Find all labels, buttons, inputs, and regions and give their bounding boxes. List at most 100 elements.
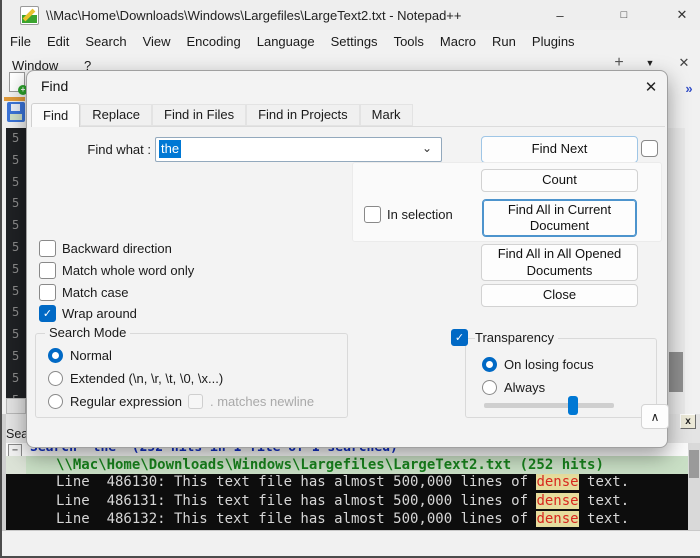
menu-item-encoding[interactable]: Encoding bbox=[179, 32, 249, 54]
in-selection-checkbox[interactable] bbox=[364, 206, 381, 223]
match-highlight: dense bbox=[536, 511, 578, 527]
find-all-current-button[interactable]: Find All in Current Document bbox=[482, 199, 637, 237]
editor-line-number: 5 bbox=[12, 240, 19, 254]
dialog-tab-find-in-projects[interactable]: Find in Projects bbox=[246, 104, 360, 126]
transparency-slider-thumb[interactable] bbox=[568, 396, 578, 415]
dialog-tab-replace[interactable]: Replace bbox=[80, 104, 152, 126]
close-button[interactable]: ✕ bbox=[664, 0, 700, 30]
result-line[interactable]: Line 486132: This text file has almost 5… bbox=[6, 511, 688, 530]
label-match-whole-word-only: Match whole word only bbox=[62, 263, 194, 278]
close-find-button[interactable]: Close bbox=[481, 284, 638, 307]
results-vscrollbar-thumb[interactable] bbox=[689, 450, 699, 478]
editor-line-number: 5 bbox=[12, 305, 19, 319]
editor-line-number: 5 bbox=[12, 218, 19, 232]
result-line-prefix: Line 486132: This text file has almost 5… bbox=[56, 511, 536, 527]
toolbar-highlight bbox=[4, 97, 25, 101]
radio-on-losing-focus[interactable] bbox=[482, 357, 497, 372]
results-file-header[interactable]: \\Mac\Home\Downloads\Windows\Largefiles\… bbox=[26, 456, 688, 474]
result-line-suffix: text. bbox=[579, 511, 630, 527]
minimize-button[interactable]: – bbox=[542, 0, 578, 30]
checkbox-match-whole-word-only[interactable] bbox=[39, 262, 56, 279]
search-mode-legend: Search Mode bbox=[45, 325, 130, 340]
radio-on-losing-focus-label: On losing focus bbox=[504, 357, 594, 372]
menu-item-settings[interactable]: Settings bbox=[323, 32, 386, 54]
label-wrap-around: Wrap around bbox=[62, 306, 137, 321]
result-line[interactable]: Line 486131: This text file has almost 5… bbox=[6, 493, 688, 512]
new-file-icon[interactable]: + bbox=[9, 72, 25, 92]
radio-regex-label: Regular expression bbox=[70, 394, 182, 409]
find-what-value: the bbox=[159, 140, 181, 158]
label-match-case: Match case bbox=[62, 285, 128, 300]
window-left-border bbox=[0, 0, 2, 558]
find-next-button[interactable]: Find Next bbox=[481, 136, 638, 163]
collapse-dialog-button[interactable]: ∧ bbox=[641, 404, 669, 429]
notepad-window: \\Mac\Home\Downloads\Windows\Largefiles\… bbox=[0, 0, 700, 558]
chevron-down-icon[interactable]: ⌄ bbox=[422, 141, 432, 155]
radio-regex[interactable] bbox=[48, 394, 63, 409]
radio-always[interactable] bbox=[482, 380, 497, 395]
menu-item-run[interactable]: Run bbox=[484, 32, 524, 54]
editor-line-number: 5 bbox=[12, 371, 19, 385]
editor-line-number: 5 bbox=[12, 196, 19, 210]
editor-vscrollbar-thumb[interactable] bbox=[669, 352, 683, 392]
editor-line-number: 5 bbox=[12, 131, 19, 145]
checkbox-match-case[interactable] bbox=[39, 284, 56, 301]
toolbar-overflow-icon[interactable]: » bbox=[680, 80, 698, 96]
transparency-group: On losing focus Always bbox=[465, 338, 657, 418]
status-bar: length : 771,28 Ln : 18 Col : 63 Sel : 3… bbox=[0, 530, 700, 558]
result-line-prefix: Line 486131: This text file has almost 5… bbox=[56, 493, 536, 509]
transparency-checkbox[interactable]: ✓ bbox=[451, 329, 468, 346]
checkbox-backward-direction[interactable] bbox=[39, 240, 56, 257]
tab-list-triangle-icon[interactable]: ▼ bbox=[642, 56, 658, 70]
label-backward-direction: Backward direction bbox=[62, 241, 172, 256]
transparency-label: Transparency bbox=[475, 330, 558, 347]
window-title: \\Mac\Home\Downloads\Windows\Largefiles\… bbox=[46, 8, 461, 23]
editor-hscrollbar[interactable] bbox=[6, 398, 26, 414]
radio-normal[interactable] bbox=[48, 348, 63, 363]
menu-item-tools[interactable]: Tools bbox=[386, 32, 432, 54]
find-next-extra-checkbox[interactable] bbox=[641, 140, 658, 157]
results-file-header-text: \\Mac\Home\Downloads\Windows\Largefiles\… bbox=[56, 457, 604, 473]
transparency-slider-track[interactable] bbox=[484, 403, 614, 408]
menu-item-search[interactable]: Search bbox=[77, 32, 134, 54]
matches-newline-label: . matches newline bbox=[210, 394, 314, 409]
save-icon[interactable] bbox=[7, 102, 25, 122]
editor-line-number: 5 bbox=[12, 327, 19, 341]
dialog-tab-mark[interactable]: Mark bbox=[360, 104, 413, 126]
radio-normal-label: Normal bbox=[70, 348, 112, 363]
radio-extended[interactable] bbox=[48, 371, 63, 386]
dialog-close-icon[interactable]: ✕ bbox=[637, 74, 665, 100]
menu-item-file[interactable]: File bbox=[2, 32, 39, 54]
in-selection-label: In selection bbox=[387, 207, 453, 222]
find-all-opened-button[interactable]: Find All in All Opened Documents bbox=[481, 244, 638, 281]
find-what-label: Find what : bbox=[45, 142, 151, 157]
editor-line-number: 5 bbox=[12, 153, 19, 167]
result-line[interactable]: Line 486130: This text file has almost 5… bbox=[6, 474, 688, 493]
maximize-button[interactable]: □ bbox=[606, 0, 642, 30]
checkbox-wrap-around[interactable]: ✓ bbox=[39, 305, 56, 322]
editor-line-number: 5 bbox=[12, 175, 19, 189]
menu-item-edit[interactable]: Edit bbox=[39, 32, 77, 54]
results-margin bbox=[6, 456, 26, 474]
dialog-title: Find bbox=[41, 78, 68, 94]
title-bar: \\Mac\Home\Downloads\Windows\Largefiles\… bbox=[0, 0, 700, 30]
count-button[interactable]: Count bbox=[481, 169, 638, 192]
menu-item-language[interactable]: Language bbox=[249, 32, 323, 54]
results-lines: Line 486130: This text file has almost 5… bbox=[6, 474, 688, 530]
dialog-tab-find-in-files[interactable]: Find in Files bbox=[152, 104, 246, 126]
editor-line-numbers: 5555555555555 bbox=[6, 128, 26, 398]
match-highlight: dense bbox=[536, 493, 578, 509]
matches-newline-checkbox bbox=[188, 394, 203, 409]
menu-item-plugins[interactable]: Plugins bbox=[524, 32, 583, 54]
result-line-prefix: Line 486130: This text file has almost 5… bbox=[56, 474, 536, 490]
notepad-app-icon bbox=[20, 6, 39, 25]
find-what-combobox[interactable]: the ⌄ bbox=[155, 137, 442, 162]
tab-close-icon[interactable]: ✕ bbox=[674, 54, 694, 72]
dialog-tab-find[interactable]: Find bbox=[31, 103, 80, 127]
editor-line-number: 5 bbox=[12, 284, 19, 298]
menu-bar: FileEditSearchViewEncodingLanguageSettin… bbox=[2, 32, 682, 54]
menu-item-view[interactable]: View bbox=[135, 32, 179, 54]
results-panel-close-icon[interactable]: x bbox=[680, 414, 696, 429]
menu-item-macro[interactable]: Macro bbox=[432, 32, 484, 54]
editor-line-number: 5 bbox=[12, 349, 19, 363]
